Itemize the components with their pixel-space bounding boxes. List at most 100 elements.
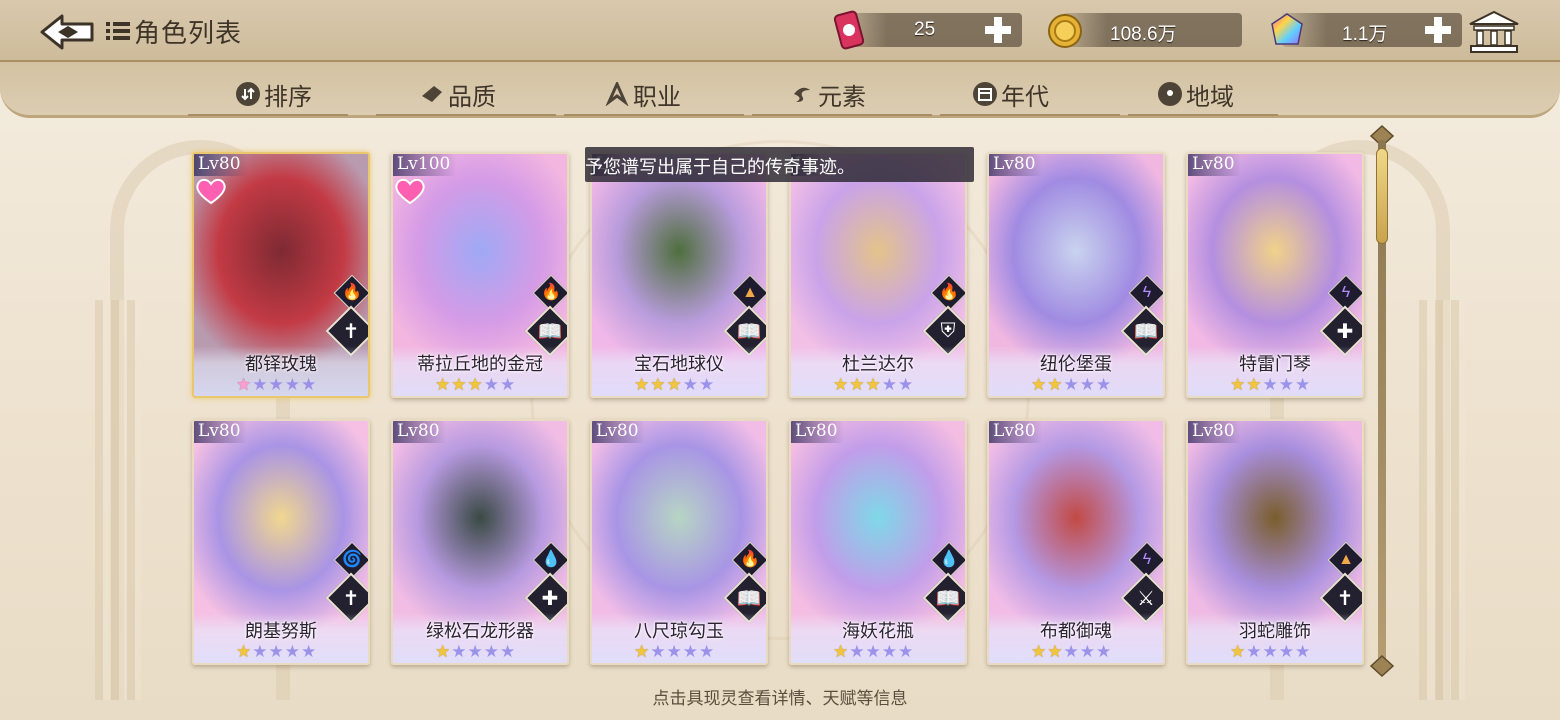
character-name: 绿松石龙形器: [426, 621, 534, 641]
tab-era[interactable]: 年代: [973, 78, 1049, 111]
book-class-icon: 📖: [736, 587, 762, 610]
star-rating: ★ ★ ★ ★ ★: [435, 643, 515, 661]
character-card[interactable]: Lv 100 🔥 📖 蒂拉丘地的金冠 ★ ★ ★ ★ ★: [391, 152, 569, 398]
quality-icon: [420, 82, 444, 106]
star-empty-icon: ★: [1295, 642, 1311, 661]
star-empty-icon: ★: [881, 642, 897, 661]
character-card[interactable]: Lv 80 🌀 ✝ 朗基努斯 ★ ★ ★ ★ ★: [192, 419, 370, 665]
gem-value: 1.1万: [1342, 24, 1388, 45]
tab-sort[interactable]: 排序: [236, 78, 312, 111]
stamina-plus-button[interactable]: [983, 15, 1013, 45]
star-empty-icon: ★: [865, 642, 881, 661]
tab-era-label: 年代: [1001, 83, 1049, 111]
star-filled-icon: ★: [634, 642, 650, 661]
star-empty-icon: ★: [1262, 375, 1278, 394]
level-prefix: Lv: [1192, 154, 1213, 174]
lightning-element-icon: ϟ: [1341, 284, 1351, 301]
level-badge: Lv 80: [989, 154, 1042, 176]
star-rating: ★ ★ ★ ★ ★: [1230, 643, 1310, 661]
star-empty-icon: ★: [268, 642, 284, 661]
ticket-icon: [833, 10, 865, 50]
character-name: 蒂拉丘地的金冠: [417, 354, 543, 374]
character-name: 八尺琼勾玉: [634, 621, 724, 641]
fire-element-icon: 🔥: [342, 284, 362, 301]
star-filled-icon: ★: [467, 375, 483, 394]
star-filled-icon: ★: [1047, 642, 1063, 661]
location-pin-icon: [1158, 82, 1182, 106]
story-tooltip: 予您谱写出属于自己的传奇事迹。: [585, 147, 974, 182]
star-rating: ★ ★ ★ ★ ★: [833, 643, 913, 661]
star-empty-icon: ★: [682, 642, 698, 661]
museum-button[interactable]: [1468, 10, 1520, 54]
tab-class[interactable]: 职业: [605, 78, 681, 111]
character-card[interactable]: Lv▲📖宝石地球仪★★★★★: [590, 152, 768, 398]
star-empty-icon: ★: [483, 642, 499, 661]
star-empty-icon: ★: [1246, 642, 1262, 661]
tab-class-label: 职业: [633, 83, 681, 111]
tab-region-label: 地域: [1186, 83, 1234, 111]
character-name: 都铎玫瑰: [245, 354, 317, 374]
tab-element[interactable]: 元素: [790, 78, 866, 111]
back-arrow-icon: [40, 14, 94, 50]
star-filled-icon: ★: [634, 375, 650, 394]
star-empty-icon: ★: [284, 642, 300, 661]
earth-element-icon: ▲: [1338, 551, 1354, 568]
level-badge: Lv 80: [592, 421, 645, 443]
tab-quality[interactable]: 品质: [420, 78, 496, 111]
star-rating: ★ ★ ★ ★ ★: [833, 376, 913, 394]
star-empty-icon: ★: [500, 642, 516, 661]
level-value: 80: [1212, 154, 1235, 174]
star-filled-icon: ★: [666, 375, 682, 394]
character-card[interactable]: Lv 80 🔥 📖 八尺琼勾玉 ★ ★ ★ ★ ★: [590, 419, 768, 665]
favorite-heart-icon: [395, 178, 425, 205]
tab-region[interactable]: 地域: [1158, 78, 1234, 111]
scroll-bottom-ornament-icon: [1369, 654, 1395, 678]
character-name: 杜兰达尔: [842, 354, 914, 374]
gem-plus-button[interactable]: [1423, 15, 1453, 45]
level-badge: Lv 80: [791, 421, 844, 443]
earth-element-icon: ▲: [742, 284, 758, 301]
character-name: 纽伦堡蛋: [1040, 354, 1112, 374]
character-card[interactable]: Lv 80 ϟ 📖 纽伦堡蛋 ★ ★ ★ ★ ★: [987, 152, 1165, 398]
character-card[interactable]: Lv 80 💧 📖 海妖花瓶 ★ ★ ★ ★ ★: [789, 419, 967, 665]
star-filled-icon: ★: [236, 642, 252, 661]
star-empty-icon: ★: [284, 375, 300, 394]
character-card[interactable]: Lv 80 💧 ✚ 绿松石龙形器 ★ ★ ★ ★ ★: [391, 419, 569, 665]
level-prefix: Lv: [397, 154, 418, 174]
level-badge: Lv 80: [989, 421, 1042, 443]
character-card[interactable]: Lv🔥⛨杜兰达尔★★★★★: [789, 152, 967, 398]
star-empty-icon: ★: [252, 642, 268, 661]
star-empty-icon: ★: [849, 642, 865, 661]
star-empty-icon: ★: [1079, 642, 1095, 661]
level-prefix: Lv: [596, 421, 617, 441]
top-bar: 角色列表 25 108.6万 1.1万: [0, 0, 1560, 62]
character-card[interactable]: Lv 80 ϟ ⚔ 布都御魂 ★ ★ ★ ★ ★: [987, 419, 1165, 665]
star-filled-icon: ★: [650, 375, 666, 394]
star-empty-icon: ★: [1096, 642, 1112, 661]
star-filled-icon: ★: [849, 375, 865, 394]
sword-class-icon: ✝: [342, 320, 360, 343]
star-empty-icon: ★: [1096, 375, 1112, 394]
character-card[interactable]: Lv 80 ϟ ✚ 特雷门琴 ★ ★ ★ ★ ★: [1186, 152, 1364, 398]
scrollbar-thumb[interactable]: [1376, 148, 1388, 244]
level-prefix: Lv: [1192, 421, 1213, 441]
tab-sort-label: 排序: [264, 83, 312, 111]
star-filled-icon: ★: [1047, 375, 1063, 394]
hint-text: 点击具现灵查看详情、天赋等信息: [652, 689, 908, 708]
water-element-icon: 💧: [541, 551, 561, 568]
shield-class-icon: ⛨: [940, 319, 956, 342]
level-badge: Lv 80: [1188, 421, 1241, 443]
back-button[interactable]: [38, 12, 98, 52]
tab-divider: [940, 114, 1120, 116]
level-value: 80: [1212, 421, 1235, 441]
level-value: 80: [218, 421, 241, 441]
star-filled-icon: ★: [1031, 642, 1047, 661]
background-pillar-right: [1419, 300, 1465, 700]
character-card[interactable]: Lv 80 ▲ ✝ 羽蛇雕饰 ★ ★ ★ ★ ★: [1186, 419, 1364, 665]
wind-element-icon: 🌀: [342, 551, 362, 568]
character-card[interactable]: Lv 80 🔥 ✝ 都铎玫瑰 ★ ★ ★ ★ ★: [192, 152, 370, 398]
level-value: 80: [616, 421, 639, 441]
book-class-icon: 📖: [935, 587, 961, 610]
star-empty-icon: ★: [1295, 375, 1311, 394]
level-badge: Lv 100: [393, 154, 457, 176]
